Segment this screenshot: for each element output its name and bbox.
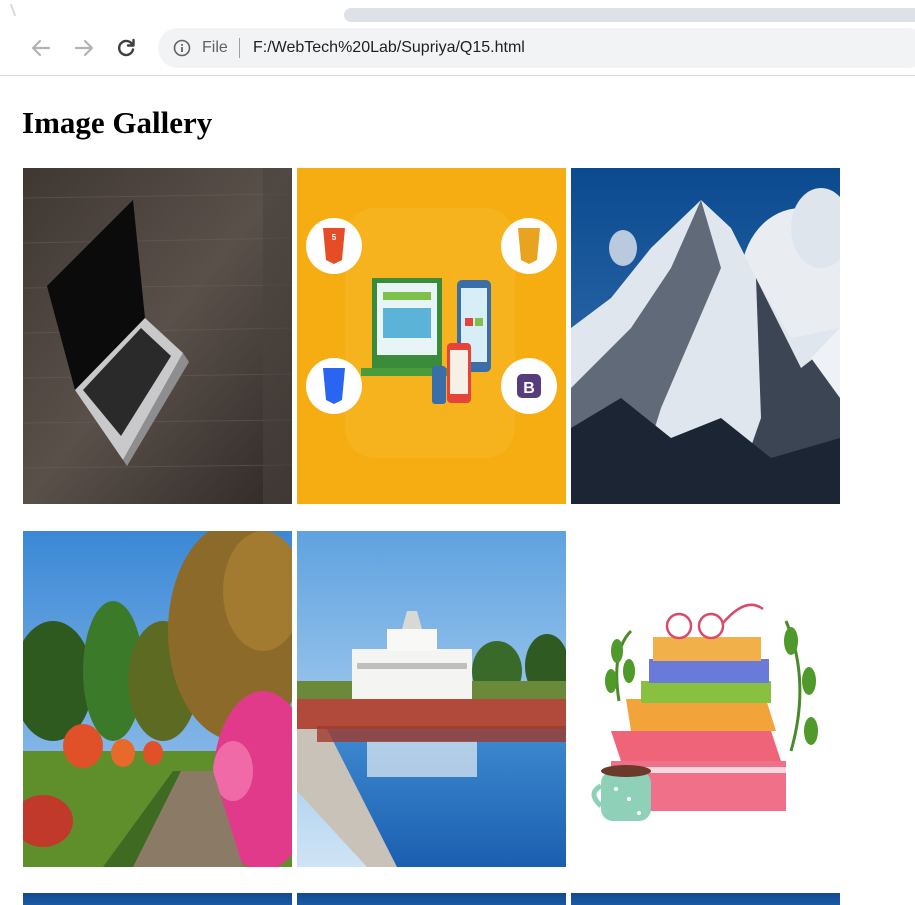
scheme-label: File (202, 39, 228, 56)
gallery-image-partial (571, 893, 840, 905)
tab-edge (9, 4, 21, 16)
page-title: Image Gallery (22, 105, 213, 140)
gallery-image-mountain (571, 168, 840, 504)
gallery-image-laptop (23, 168, 292, 504)
back-button[interactable] (26, 33, 56, 63)
svg-text:B: B (523, 380, 535, 397)
gallery-image-partial (23, 893, 292, 905)
gallery-image-books (571, 531, 840, 867)
reload-icon (118, 38, 135, 57)
browser-toolbar: File F:/WebTech%20Lab/Supriya/Q15.html (0, 22, 915, 76)
address-bar[interactable]: File F:/WebTech%20Lab/Supriya/Q15.html (158, 28, 915, 68)
forward-button[interactable] (69, 33, 99, 63)
arrow-right-icon (74, 39, 94, 57)
gallery-image-temple (297, 531, 566, 867)
address-divider (239, 38, 240, 58)
tab-strip (0, 0, 915, 22)
reload-button[interactable] (111, 33, 141, 63)
arrow-left-icon (31, 39, 51, 57)
gallery-image-partial (297, 893, 566, 905)
svg-text:5: 5 (332, 233, 337, 242)
url-text[interactable]: F:/WebTech%20Lab/Supriya/Q15.html (253, 38, 525, 58)
info-icon[interactable] (173, 39, 191, 57)
gallery-image-garden (23, 531, 292, 867)
gallery-image-web-tech: 5 B (297, 168, 566, 504)
browser-tab[interactable] (344, 8, 915, 22)
